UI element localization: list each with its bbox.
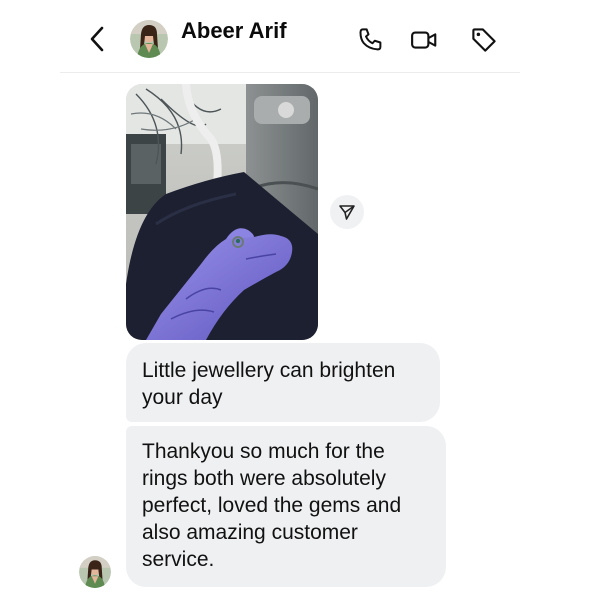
video-camera-icon <box>411 31 437 49</box>
audio-call-button[interactable] <box>356 25 386 55</box>
message-bubble[interactable]: Thankyou so much for the rings both were… <box>126 426 446 587</box>
back-button[interactable] <box>86 24 110 54</box>
message-photo <box>126 84 318 340</box>
tag-button[interactable] <box>469 25 499 55</box>
video-call-button[interactable] <box>409 25 439 55</box>
chat-header: Abeer Arif <box>0 0 600 72</box>
contact-avatar[interactable] <box>130 20 168 58</box>
phone-icon <box>359 28 382 51</box>
avatar-image <box>130 20 168 58</box>
contact-name[interactable]: Abeer Arif <box>181 18 287 44</box>
share-button[interactable] <box>330 195 364 229</box>
send-icon <box>339 205 355 220</box>
photo-message[interactable] <box>126 84 318 340</box>
tag-icon <box>472 28 496 52</box>
avatar-image <box>79 556 111 588</box>
sender-avatar[interactable] <box>79 556 111 588</box>
chevron-left-icon <box>90 26 104 52</box>
header-divider <box>60 72 520 73</box>
message-bubble[interactable]: Little jewellery can brighten your day <box>126 343 440 422</box>
